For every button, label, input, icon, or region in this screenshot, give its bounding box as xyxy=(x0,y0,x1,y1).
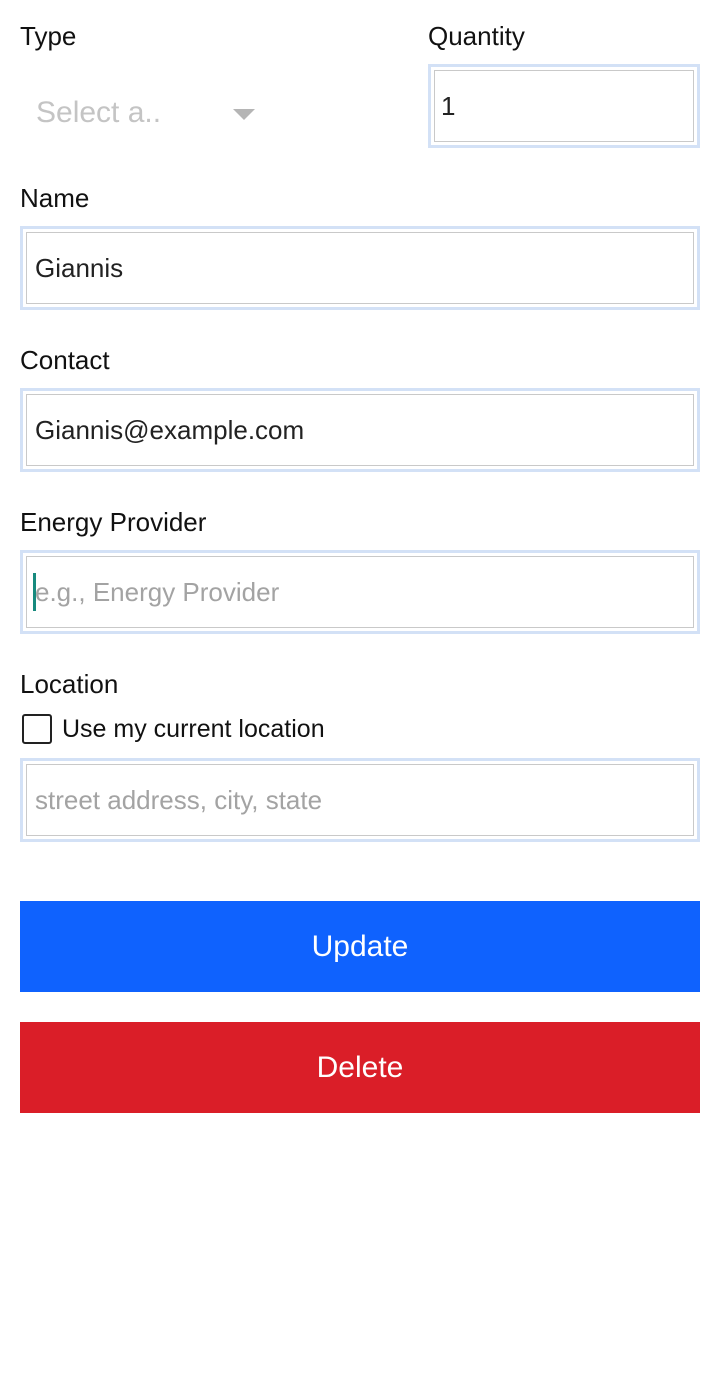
use-current-location-label: Use my current location xyxy=(62,714,325,743)
text-caret xyxy=(33,573,36,611)
location-placeholder: street address, city, state xyxy=(26,764,694,836)
use-current-location-checkbox[interactable] xyxy=(22,714,52,744)
type-label: Type xyxy=(20,21,77,51)
contact-value: Giannis@example.com xyxy=(26,394,694,466)
use-current-location-toggle[interactable]: Use my current location xyxy=(22,714,325,744)
type-select[interactable]: Select a.. xyxy=(20,80,265,146)
quantity-label: Quantity xyxy=(428,21,525,51)
energy-provider-label: Energy Provider xyxy=(20,507,207,537)
contact-field[interactable]: Giannis@example.com xyxy=(20,388,700,472)
delete-button[interactable]: Delete xyxy=(20,1022,700,1113)
energy-provider-placeholder: e.g., Energy Provider xyxy=(35,576,280,607)
name-label: Name xyxy=(20,183,90,213)
update-button[interactable]: Update xyxy=(20,901,700,992)
chevron-down-icon xyxy=(233,109,255,120)
quantity-value: 1 xyxy=(434,70,694,142)
energy-provider-input: e.g., Energy Provider xyxy=(26,556,694,628)
location-field[interactable]: street address, city, state xyxy=(20,758,700,842)
type-select-placeholder: Select a.. xyxy=(36,96,162,129)
edit-item-form: Type Select a.. Quantity 1 Name Giannis … xyxy=(0,0,715,1398)
energy-provider-field[interactable]: e.g., Energy Provider xyxy=(20,550,700,634)
name-value: Giannis xyxy=(26,232,694,304)
contact-label: Contact xyxy=(20,345,110,375)
name-field[interactable]: Giannis xyxy=(20,226,700,310)
quantity-field[interactable]: 1 xyxy=(428,64,700,148)
location-label: Location xyxy=(20,669,119,699)
